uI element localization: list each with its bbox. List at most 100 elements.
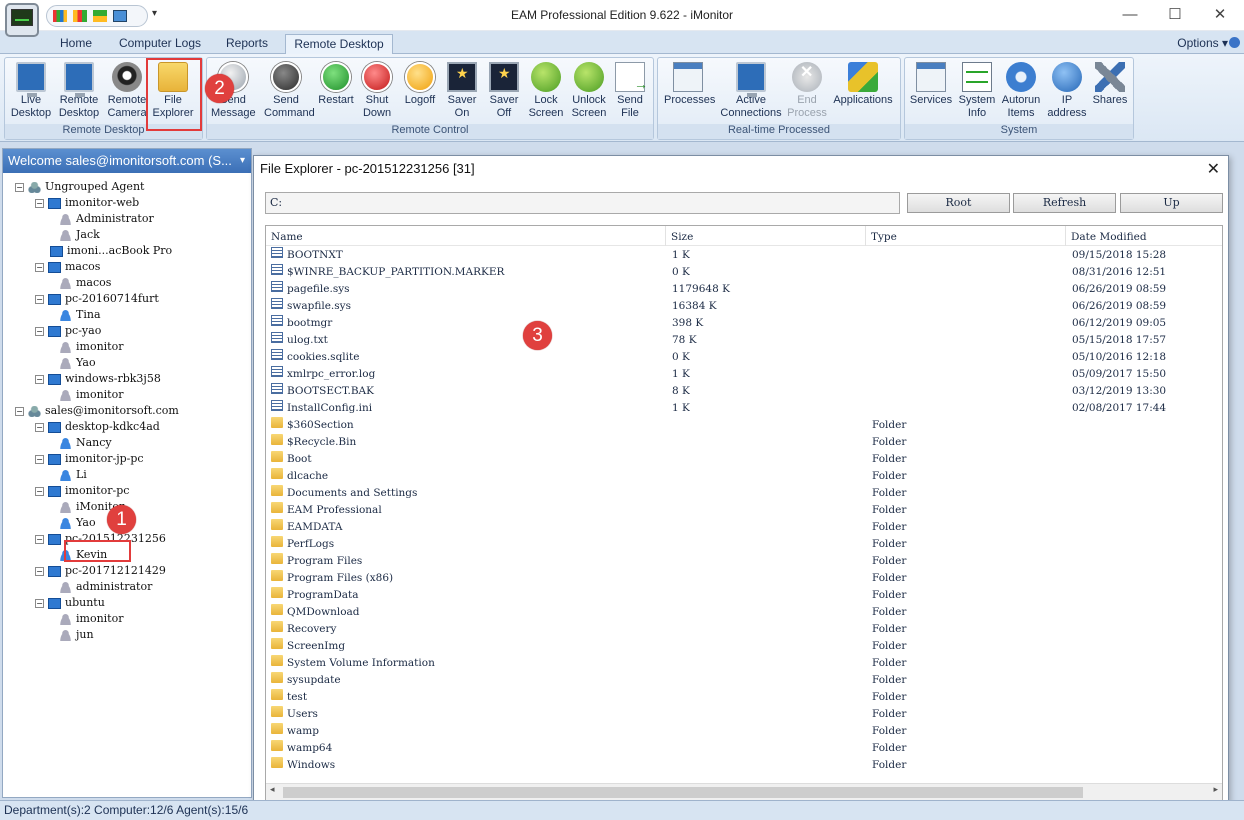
tree-node[interactable]: − pc-201712121429 — [35, 563, 166, 579]
tree-node[interactable]: imonitor — [55, 339, 123, 355]
scroll-right-icon[interactable]: ▸ — [1213, 785, 1218, 795]
send-command-button[interactable]: Send Command — [264, 59, 315, 123]
column-type[interactable]: Type — [866, 226, 1066, 246]
scroll-left-icon[interactable]: ◂ — [270, 785, 275, 795]
send-file-button[interactable]: Send File — [608, 59, 652, 123]
file-row[interactable]: Users Folder — [266, 706, 1222, 723]
minimize-button[interactable]: — — [1107, 0, 1153, 30]
shares-button[interactable]: Shares — [1088, 59, 1132, 123]
tree-node[interactable]: jun — [55, 627, 94, 643]
close-button[interactable]: ✕ — [1197, 0, 1243, 30]
file-row[interactable]: $360Section Folder — [266, 417, 1222, 434]
collapse-toggle-icon[interactable]: − — [35, 262, 44, 272]
tree-node[interactable]: imonitor — [55, 611, 123, 627]
collapse-toggle-icon[interactable]: − — [35, 294, 44, 304]
restart-button[interactable]: Restart — [314, 59, 358, 123]
file-row[interactable]: $WINRE_BACKUP_PARTITION.MARKER 0 K 08/31/2… — [266, 264, 1222, 281]
collapse-toggle-icon[interactable]: − — [35, 598, 44, 608]
up-button[interactable]: Up — [1120, 193, 1223, 213]
collapse-toggle-icon[interactable]: − — [35, 534, 44, 544]
collapse-toggle-icon[interactable]: − — [35, 486, 44, 496]
services-button[interactable]: Services — [909, 59, 953, 123]
file-row[interactable]: BOOTNXT 1 K 09/15/2018 15:28 — [266, 247, 1222, 264]
file-row[interactable]: Recovery Folder — [266, 621, 1222, 638]
collapse-toggle-icon[interactable]: − — [35, 326, 44, 336]
tree-node[interactable]: − imonitor-pc — [35, 483, 129, 499]
welcome-header[interactable]: Welcome sales@imonitorsoft.com (S... ▾ — [3, 149, 251, 173]
file-row[interactable]: Program Files Folder — [266, 553, 1222, 570]
help-icon[interactable] — [1229, 37, 1240, 48]
file-row[interactable]: EAMDATA Folder — [266, 519, 1222, 536]
file-row[interactable]: ScreenImg Folder — [266, 638, 1222, 655]
file-row[interactable]: pagefile.sys 1179648 K 06/26/2019 08:59 — [266, 281, 1222, 298]
tree-node[interactable]: − Ungrouped Agent — [15, 179, 144, 195]
path-field[interactable]: C: — [265, 192, 900, 214]
file-row[interactable]: xmlrpc_error.log 1 K 05/09/2017 15:50 — [266, 366, 1222, 383]
tab-remote-desktop[interactable]: Remote Desktop — [285, 34, 393, 54]
tree-node[interactable]: Administrator — [55, 211, 154, 227]
file-row[interactable]: QMDownload Folder — [266, 604, 1222, 621]
tree-node[interactable]: − pc-20160714furt — [35, 291, 159, 307]
options-menu[interactable]: Options ▾ — [1177, 36, 1228, 50]
tree-node[interactable]: Yao — [55, 515, 96, 531]
shut-down-button[interactable]: Shut Down — [355, 59, 399, 123]
tree-node[interactable]: − imonitor-jp-pc — [35, 451, 144, 467]
column-name[interactable]: Name — [266, 226, 666, 246]
file-row[interactable]: wamp64 Folder — [266, 740, 1222, 757]
collapse-toggle-icon[interactable]: − — [15, 182, 24, 192]
tree-node[interactable]: − sales@imonitorsoft.com — [15, 403, 179, 419]
file-row[interactable]: Boot Folder — [266, 451, 1222, 468]
tree-node[interactable]: imoni...acBook Pro — [35, 243, 172, 259]
tree-node[interactable]: macos — [55, 275, 111, 291]
refresh-button[interactable]: Refresh — [1013, 193, 1116, 213]
root-button[interactable]: Root — [907, 193, 1010, 213]
tree-node[interactable]: − ubuntu — [35, 595, 105, 611]
column-size[interactable]: Size — [666, 226, 866, 246]
file-row[interactable]: Program Files (x86) Folder — [266, 570, 1222, 587]
tree-node[interactable]: Li — [55, 467, 87, 483]
unlock-screen-button[interactable]: Unlock Screen — [567, 59, 611, 123]
file-row[interactable]: Windows Folder — [266, 757, 1222, 774]
file-row[interactable]: bootmgr 398 K 06/12/2019 09:05 — [266, 315, 1222, 332]
file-row[interactable]: PerfLogs Folder — [266, 536, 1222, 553]
tree-node[interactable]: Nancy — [55, 435, 112, 451]
app-logo-icon[interactable] — [5, 3, 39, 37]
tree-node[interactable]: administrator — [55, 579, 152, 595]
collapse-toggle-icon[interactable]: − — [35, 566, 44, 576]
column-date-modified[interactable]: Date Modified — [1066, 226, 1222, 246]
file-row[interactable]: EAM Professional Folder — [266, 502, 1222, 519]
collapse-toggle-icon[interactable]: − — [35, 454, 44, 464]
autorun-items-button[interactable]: Autorun Items — [997, 59, 1045, 123]
close-icon[interactable]: ✕ — [1207, 159, 1220, 179]
tab-reports[interactable]: Reports — [216, 34, 278, 54]
file-row[interactable]: BOOTSECT.BAK 8 K 03/12/2019 13:30 — [266, 383, 1222, 400]
tree-node[interactable]: − desktop-kdkc4ad — [35, 419, 160, 435]
file-row[interactable]: System Volume Information Folder — [266, 655, 1222, 672]
collapse-toggle-icon[interactable]: − — [35, 198, 44, 208]
active-connections-button[interactable]: Active Connections — [718, 59, 784, 123]
system-info-button[interactable]: System Info — [955, 59, 999, 123]
remote-desktop-button[interactable]: Remote Desktop — [57, 59, 101, 123]
file-row[interactable]: $Recycle.Bin Folder — [266, 434, 1222, 451]
horizontal-scrollbar[interactable]: ◂ ▸ — [266, 783, 1222, 800]
live-desktop-button[interactable]: Live Desktop — [9, 59, 53, 123]
lock-screen-button[interactable]: Lock Screen — [524, 59, 568, 123]
tree-node[interactable]: − pc-yao — [35, 323, 101, 339]
tree-node[interactable]: Tina — [55, 307, 101, 323]
tab-computer-logs[interactable]: Computer Logs — [110, 34, 210, 54]
file-row[interactable]: InstallConfig.ini 1 K 02/08/2017 17:44 — [266, 400, 1222, 417]
collapse-toggle-icon[interactable]: − — [15, 406, 24, 416]
tree-node[interactable]: Jack — [55, 227, 100, 243]
collapse-toggle-icon[interactable]: − — [35, 422, 44, 432]
file-row[interactable]: ulog.txt 78 K 05/15/2018 17:57 — [266, 332, 1222, 349]
file-row[interactable]: ProgramData Folder — [266, 587, 1222, 604]
tree-node[interactable]: imonitor — [55, 387, 123, 403]
file-row[interactable]: dlcache Folder — [266, 468, 1222, 485]
applications-button[interactable]: Applications — [830, 59, 896, 123]
saver-on-button[interactable]: Saver On — [440, 59, 484, 123]
file-row[interactable]: sysupdate Folder — [266, 672, 1222, 689]
file-row[interactable]: wamp Folder — [266, 723, 1222, 740]
end-process-button[interactable]: End Process — [785, 59, 829, 123]
processes-button[interactable]: Processes — [664, 59, 715, 123]
file-row[interactable]: Documents and Settings Folder — [266, 485, 1222, 502]
